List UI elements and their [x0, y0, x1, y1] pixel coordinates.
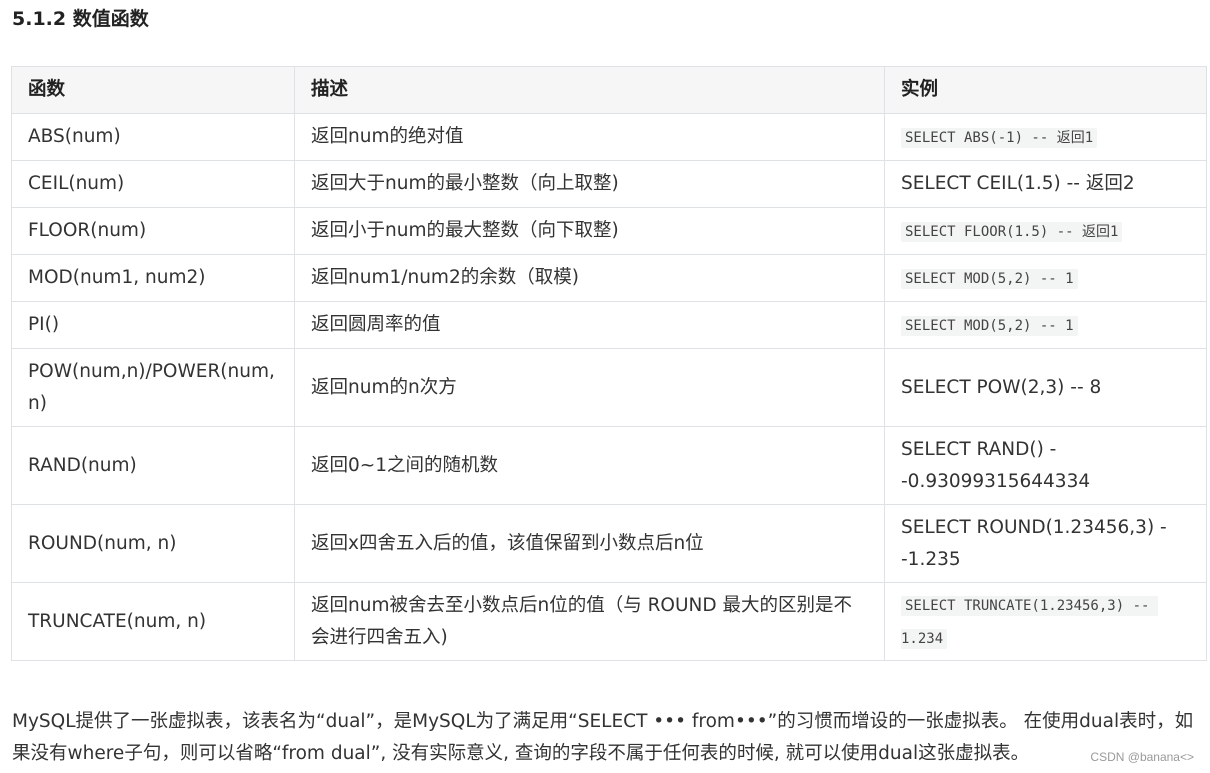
example-cell: SELECT RAND() --0.93099315644334 [884, 426, 1207, 505]
description-cell: 返回num的绝对值 [294, 113, 885, 161]
example-code: SELECT ABS(-1) -- 返回1 [901, 127, 1098, 148]
table-row: MOD(num1, num2) 返回num1/num2的余数（取模) SELECT … [11, 254, 1207, 302]
example-code: SELECT MOD(5,2) -- 1 [901, 268, 1078, 289]
table-row: TRUNCATE(num, n) 返回num被舍去至小数点后n位的值（与 ROUN… [11, 582, 1207, 661]
description-cell: 返回小于num的最大整数（向下取整) [294, 207, 885, 255]
table-header-row: 函数 描述 实例 [11, 66, 1207, 114]
example-cell: SELECT MOD(5,2) -- 1 [884, 301, 1207, 349]
table-row: CEIL(num) 返回大于num的最小整数（向上取整) SELECT CEIL(1… [11, 160, 1207, 208]
description-cell: 返回num1/num2的余数（取模) [294, 254, 885, 302]
page: 5.1.2 数值函数 函数 描述 实例 ABS(num) 返回num的绝对值 SEL… [0, 0, 1210, 773]
header-function: 函数 [11, 66, 295, 114]
section-title: 5.1.2 数值函数 [12, 8, 149, 30]
description-cell: 返回大于num的最小整数（向上取整) [294, 160, 885, 208]
description-cell: 返回x四舍五入后的值，该值保留到小数点后n位 [294, 504, 885, 583]
example-cell: SELECT TRUNCATE(1.23456,3) -- 1.234 [884, 582, 1207, 661]
table-row: RAND(num) 返回0~1之间的随机数 SELECT RAND() --0.93… [11, 426, 1207, 505]
description-cell: 返回num被舍去至小数点后n位的值（与 ROUND 最大的区别是不会进行四舍五入… [294, 582, 885, 661]
function-cell: PI() [11, 301, 295, 349]
example-cell: SELECT FLOOR(1.5) -- 返回1 [884, 207, 1207, 255]
numeric-functions-table: 函数 描述 实例 ABS(num) 返回num的绝对值 SELECT ABS(-1)… [11, 66, 1207, 661]
table-row: ABS(num) 返回num的绝对值 SELECT ABS(-1) -- 返回1 [11, 113, 1207, 161]
table-row: FLOOR(num) 返回小于num的最大整数（向下取整) SELECT FLOOR… [11, 207, 1207, 255]
description-cell: 返回num的n次方 [294, 348, 885, 427]
function-cell: ABS(num) [11, 113, 295, 161]
function-cell: MOD(num1, num2) [11, 254, 295, 302]
example-cell: SELECT POW(2,3) -- 8 [884, 348, 1207, 427]
table-row: POW(num,n)/POWER(num, n) 返回num的n次方 SELECT … [11, 348, 1207, 427]
watermark: CSDN @banana<> [1090, 750, 1194, 764]
header-description: 描述 [294, 66, 885, 114]
description-cell: 返回圆周率的值 [294, 301, 885, 349]
dual-table-paragraph: MySQL提供了一张虚拟表，该表名为“dual”，是MySQL为了满足用“SEL… [12, 711, 1194, 764]
table-row: PI() 返回圆周率的值 SELECT MOD(5,2) -- 1 [11, 301, 1207, 349]
function-cell: CEIL(num) [11, 160, 295, 208]
example-cell: SELECT MOD(5,2) -- 1 [884, 254, 1207, 302]
example-cell: SELECT CEIL(1.5) -- 返回2 [884, 160, 1207, 208]
table-row: ROUND(num, n) 返回x四舍五入后的值，该值保留到小数点后n位 SELEC… [11, 504, 1207, 583]
function-cell: TRUNCATE(num, n) [11, 582, 295, 661]
example-cell: SELECT ROUND(1.23456,3) --1.235 [884, 504, 1207, 583]
function-cell: RAND(num) [11, 426, 295, 505]
description-cell: 返回0~1之间的随机数 [294, 426, 885, 505]
function-cell: ROUND(num, n) [11, 504, 295, 583]
function-cell: POW(num,n)/POWER(num, n) [11, 348, 295, 427]
function-cell: FLOOR(num) [11, 207, 295, 255]
example-code: SELECT FLOOR(1.5) -- 返回1 [901, 221, 1123, 242]
example-cell: SELECT ABS(-1) -- 返回1 [884, 113, 1207, 161]
example-code: SELECT TRUNCATE(1.23456,3) -- 1.234 [901, 595, 1158, 649]
example-code: SELECT MOD(5,2) -- 1 [901, 315, 1078, 336]
header-example: 实例 [884, 66, 1207, 114]
